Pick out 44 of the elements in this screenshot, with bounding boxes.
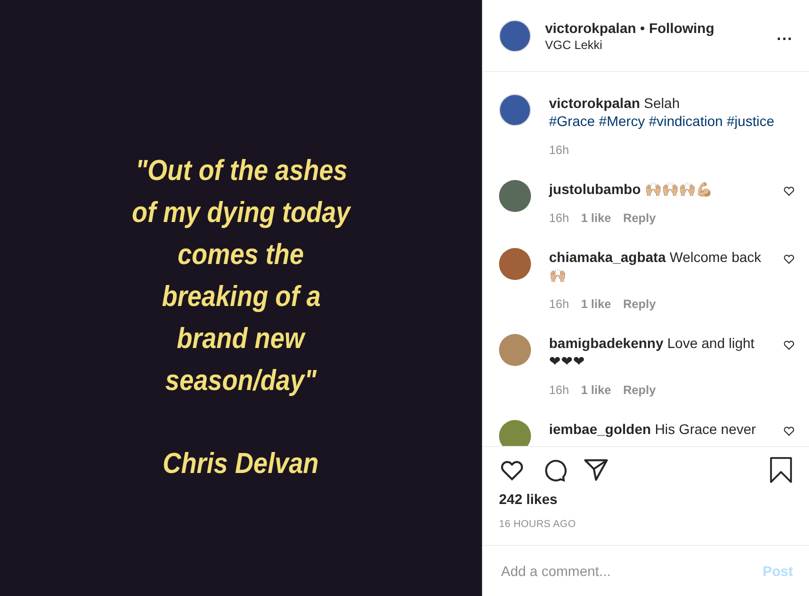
quote-line: breaking of a xyxy=(162,280,320,315)
comment-time: 16h xyxy=(549,142,570,158)
username-link[interactable]: chiamaka_agbata xyxy=(549,249,666,265)
comment-text: chiamaka_agbata Welcome back 🙌🏼 xyxy=(549,248,762,284)
username-link[interactable]: bamigbadekenny xyxy=(549,335,664,351)
likes-count[interactable]: 242 likes xyxy=(499,491,793,507)
avatar[interactable] xyxy=(499,248,531,280)
quote-line: season/day" xyxy=(165,364,317,399)
more-button[interactable]: ... xyxy=(776,26,793,44)
avatar[interactable] xyxy=(499,334,531,366)
quote-author: Chris Delvan xyxy=(162,447,319,482)
hashtag-link[interactable]: #Grace xyxy=(549,113,595,129)
avatar[interactable] xyxy=(499,94,531,126)
bookmark-icon[interactable] xyxy=(769,456,793,484)
heart-icon[interactable] xyxy=(783,253,795,265)
quote-line: "Out of the ashes xyxy=(134,154,347,189)
heart-icon[interactable] xyxy=(783,339,795,351)
hashtag-link[interactable]: #justice xyxy=(726,113,774,129)
comment-time: 16h xyxy=(549,382,570,398)
comment-text: iembae_golden His Grace never xyxy=(549,420,757,438)
username-link[interactable]: victorokpalan xyxy=(549,95,640,111)
share-icon[interactable] xyxy=(583,457,609,483)
caption-text: Selah xyxy=(644,95,680,111)
comment-time: 16h xyxy=(549,296,570,312)
comment-text: bamigbadekenny Love and light ❤❤❤ xyxy=(549,334,756,370)
quote-line: comes the xyxy=(178,238,304,273)
comment-text: justolubambo 🙌🏼🙌🏼🙌🏼💪🏼 xyxy=(549,180,714,198)
username-link[interactable]: victorokpalan xyxy=(545,20,636,36)
username-link[interactable]: iembae_golden xyxy=(549,421,651,437)
username-link[interactable]: justolubambo xyxy=(549,181,641,197)
heart-icon[interactable] xyxy=(783,185,795,197)
avatar[interactable] xyxy=(499,420,531,446)
separator-dot: • xyxy=(640,20,645,36)
following-button[interactable]: Following xyxy=(648,20,714,36)
location-link[interactable]: VGC Lekki xyxy=(545,38,763,52)
avatar[interactable] xyxy=(499,180,531,212)
quote-line: of my dying today xyxy=(132,196,350,231)
heart-icon[interactable] xyxy=(783,425,795,437)
post-timestamp: 16 HOURS AGO xyxy=(499,519,577,530)
hashtag-link[interactable]: #Mercy xyxy=(598,113,645,129)
comment-time: 16h xyxy=(549,210,570,226)
avatar[interactable] xyxy=(499,20,531,52)
quote-line: brand new xyxy=(177,322,305,357)
hashtag-link[interactable]: #vindication xyxy=(648,113,723,129)
